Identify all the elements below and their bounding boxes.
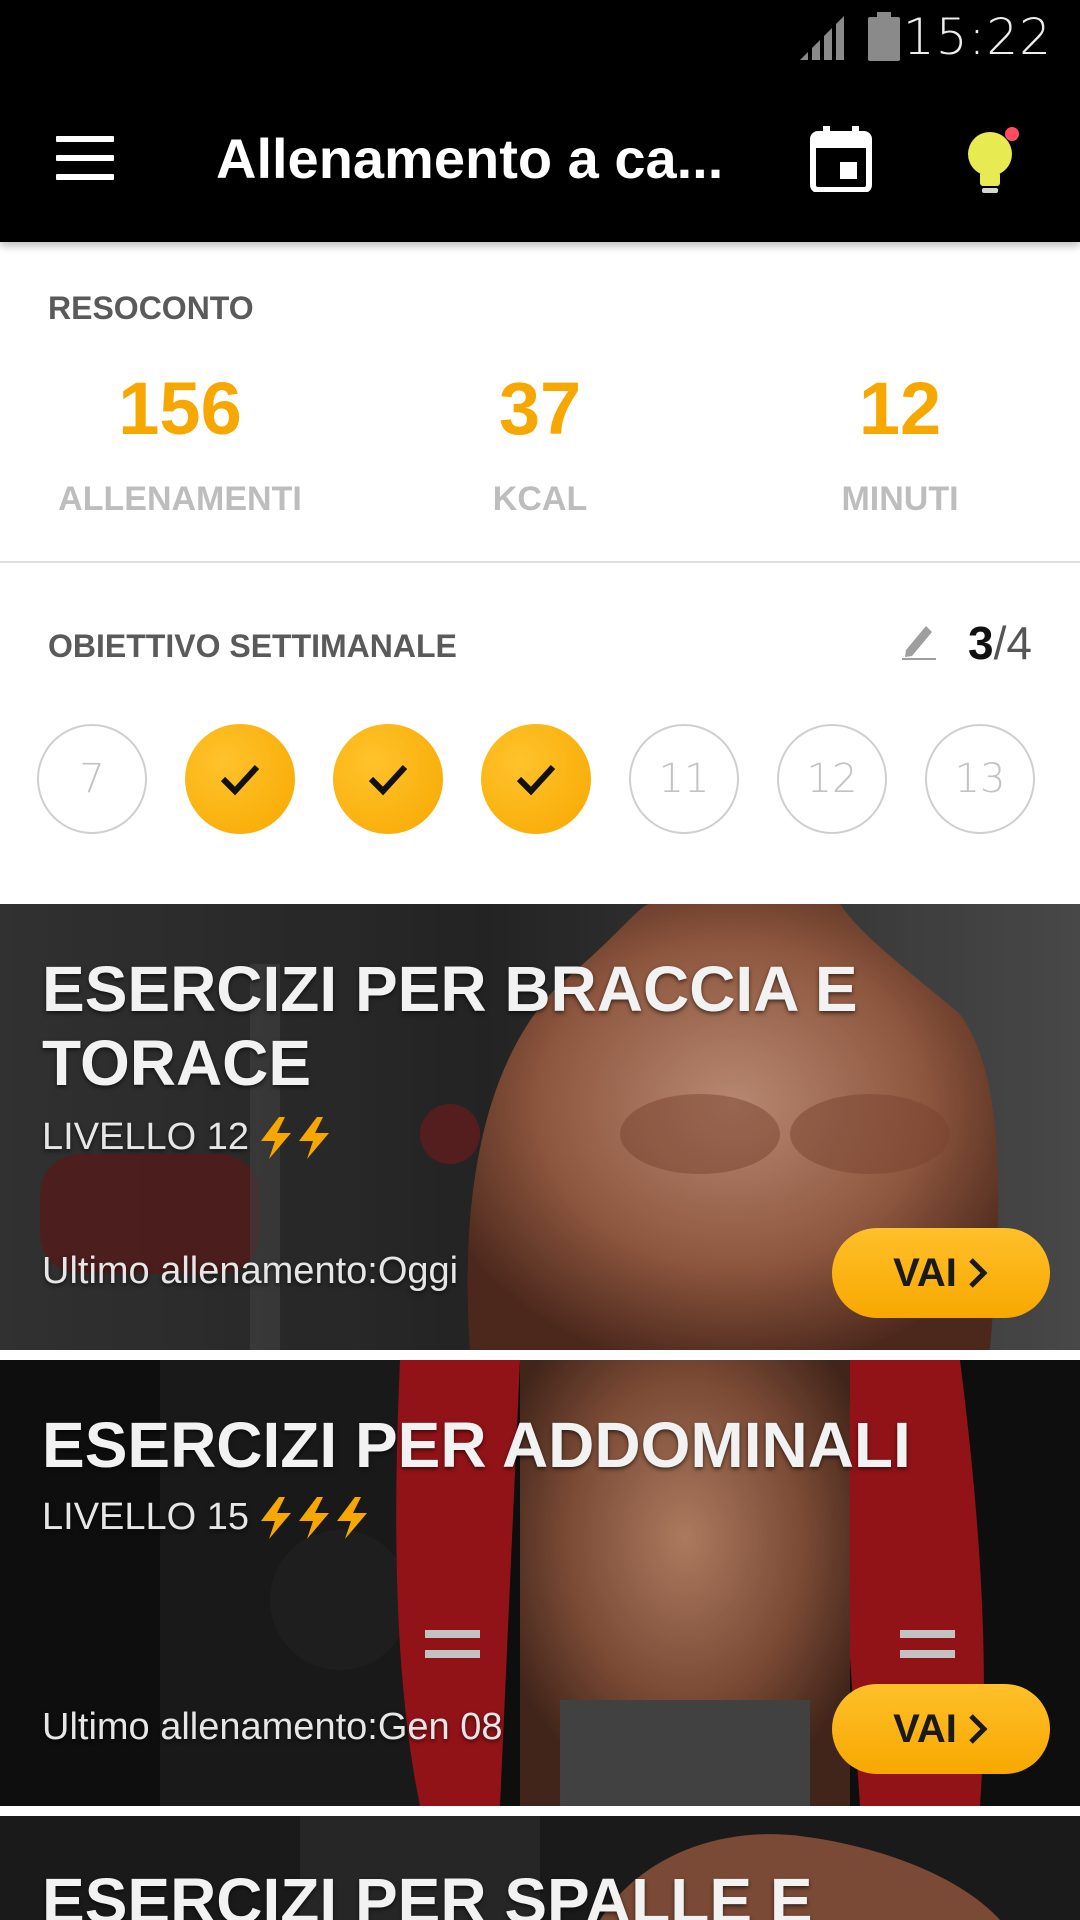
day-label: 12 bbox=[806, 756, 858, 802]
day-11[interactable]: 11 bbox=[629, 724, 739, 834]
screen: 15:22 Allenamento a ca... RESOCONTO 156 … bbox=[0, 0, 1080, 1920]
day-label: 7 bbox=[79, 756, 105, 802]
day-label: 13 bbox=[954, 756, 1006, 802]
stat-minutes: 12 MINUTI bbox=[720, 372, 1080, 519]
last-workout: Ultimo allenamento:Oggi bbox=[42, 1250, 459, 1292]
go-button-label: VAI bbox=[893, 1250, 957, 1295]
stat-kcal: 37 KCAL bbox=[360, 372, 720, 519]
battery-icon bbox=[868, 12, 900, 61]
workout-card-abs[interactable]: ESERCIZI PER ADDOMINALI LIVELLO 15 Ultim… bbox=[0, 1360, 1080, 1806]
stat-value: 12 bbox=[858, 367, 942, 450]
workout-card-arms-chest[interactable]: ESERCIZI PER BRACCIA E TORACE LIVELLO 12… bbox=[0, 904, 1080, 1350]
stat-label: ALLENAMENTI bbox=[58, 480, 302, 518]
workout-level: LIVELLO 15 bbox=[42, 1496, 369, 1539]
workout-title: ESERCIZI PER ADDOMINALI bbox=[42, 1409, 911, 1481]
stat-workouts: 156 ALLENAMENTI bbox=[0, 372, 360, 519]
workout-title: ESERCIZI PER BRACCIA E TORACE bbox=[42, 953, 858, 1099]
go-button[interactable]: VAI bbox=[832, 1228, 1050, 1318]
workout-title: ESERCIZI PER SPALLE E bbox=[42, 1865, 813, 1920]
card-separator bbox=[0, 1350, 1080, 1360]
hamburger-icon[interactable] bbox=[56, 136, 114, 180]
lightning-bolt-icon bbox=[337, 1496, 368, 1539]
goal-done-count: 3 bbox=[968, 617, 994, 669]
signal-icon bbox=[800, 16, 844, 60]
weekly-goal-title: OBIETTIVO SETTIMANALE bbox=[48, 628, 457, 664]
divider bbox=[0, 561, 1080, 563]
lightning-bolt-icon bbox=[299, 1496, 330, 1539]
day-completed[interactable] bbox=[481, 724, 591, 834]
last-workout: Ultimo allenamento:Gen 08 bbox=[42, 1706, 503, 1748]
pencil-icon[interactable] bbox=[902, 620, 938, 660]
workout-level: LIVELLO 12 bbox=[42, 1116, 331, 1159]
summary-title: RESOCONTO bbox=[48, 290, 254, 326]
stat-label: KCAL bbox=[492, 480, 588, 518]
app-title: Allenamento a ca... bbox=[216, 127, 724, 190]
day-completed[interactable] bbox=[333, 724, 443, 834]
day-7[interactable]: 7 bbox=[37, 724, 147, 834]
day-13[interactable]: 13 bbox=[925, 724, 1035, 834]
stat-value: 156 bbox=[118, 367, 242, 450]
workout-card-shoulders[interactable]: ESERCIZI PER SPALLE E bbox=[0, 1816, 1080, 1920]
status-time: 15:22 bbox=[902, 8, 1052, 66]
card-separator bbox=[0, 1806, 1080, 1816]
level-label: LIVELLO 15 bbox=[42, 1496, 250, 1538]
level-label: LIVELLO 12 bbox=[42, 1116, 250, 1158]
chevron-right-icon bbox=[969, 1258, 988, 1288]
day-completed[interactable] bbox=[185, 724, 295, 834]
calendar-icon[interactable] bbox=[810, 126, 872, 192]
lightbulb-icon[interactable] bbox=[960, 122, 1030, 202]
day-label: 11 bbox=[658, 756, 710, 802]
level-bolts bbox=[259, 1116, 331, 1159]
lightning-bolt-icon bbox=[261, 1116, 292, 1159]
weekly-goal-progress[interactable]: 3/4 bbox=[968, 616, 1032, 670]
app-bar: Allenamento a ca... bbox=[0, 78, 1080, 242]
lightning-bolt-icon bbox=[261, 1496, 292, 1539]
level-bolts bbox=[259, 1496, 369, 1539]
day-12[interactable]: 12 bbox=[777, 724, 887, 834]
chevron-right-icon bbox=[969, 1714, 988, 1744]
goal-total: /4 bbox=[993, 617, 1032, 669]
stat-label: MINUTI bbox=[841, 480, 959, 518]
check-icon bbox=[220, 764, 260, 796]
stat-value: 37 bbox=[498, 367, 582, 450]
status-bar: 15:22 bbox=[0, 0, 1080, 78]
go-button-label: VAI bbox=[893, 1706, 957, 1751]
check-icon bbox=[516, 764, 556, 796]
check-icon bbox=[368, 764, 408, 796]
go-button[interactable]: VAI bbox=[832, 1684, 1050, 1774]
lightning-bolt-icon bbox=[299, 1116, 330, 1159]
